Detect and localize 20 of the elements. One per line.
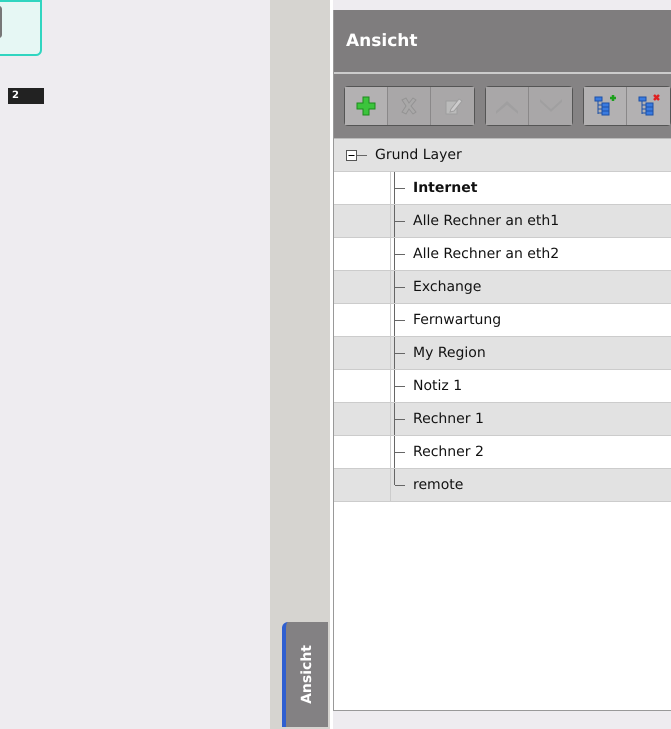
tree-remove-icon [636, 94, 660, 118]
side-tab[interactable]: Ansicht [282, 622, 328, 727]
panel-title: Ansicht [334, 10, 671, 74]
tree-item[interactable]: My Region [413, 345, 486, 361]
add-icon [355, 95, 377, 117]
tree-item[interactable]: Rechner 1 [413, 411, 484, 427]
tree-add-icon [593, 94, 617, 118]
tree-item[interactable]: Grund Layer [375, 147, 462, 163]
toolbar-button[interactable] [584, 87, 627, 125]
tree-item[interactable]: Rechner 2 [413, 444, 484, 460]
tree-item[interactable]: Exchange [413, 279, 482, 295]
toolbar-button[interactable] [627, 87, 670, 125]
tree-item[interactable]: Alle Rechner an eth2 [413, 246, 560, 262]
tree-item[interactable]: Internet [413, 180, 478, 196]
tree-item[interactable]: Fernwartung [413, 312, 502, 328]
node-label: 2 [8, 88, 44, 104]
toolbar-button[interactable] [345, 87, 388, 125]
collapse-toggle[interactable] [346, 150, 357, 160]
tree-item[interactable]: Notiz 1 [413, 378, 462, 394]
tree-item[interactable]: remote [413, 477, 464, 493]
